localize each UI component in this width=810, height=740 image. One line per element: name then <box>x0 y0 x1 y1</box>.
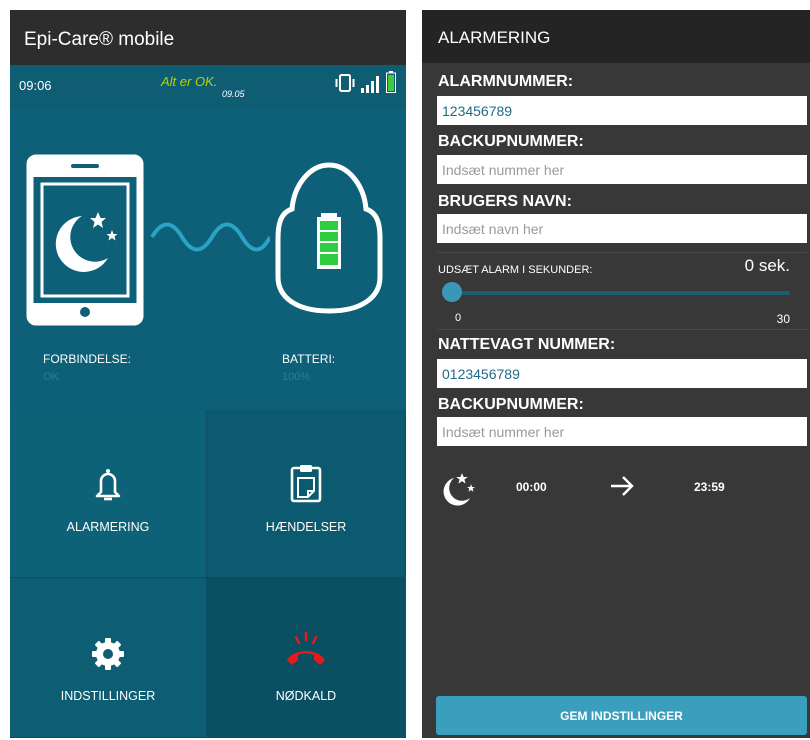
alarm-tile-button[interactable]: ALARMERING <box>10 410 207 578</box>
alarm-device-icon <box>275 162 383 314</box>
battery-icon <box>386 71 396 93</box>
app-bar: Epi-Care® mobile <box>10 10 406 65</box>
screen-title: ALARMERING <box>438 28 551 47</box>
settings-tile-label: INDSTILLINGER <box>60 689 156 703</box>
phone-moon-icon <box>26 154 144 326</box>
battery-label: BATTERI: <box>282 352 336 366</box>
night-number-label: NATTEVAGT NUMMER: <box>438 336 616 353</box>
connection-status-panel: FORBINDELSE: OK BATTERI: 100% <box>10 107 406 420</box>
alarm-settings-screen: ALARMERING ALARMNUMMER: BACKUPNUMMER: BR… <box>422 10 810 738</box>
night-schedule: 00:00 23:59 <box>438 468 798 508</box>
emergency-call-tile-label: NØDKALD <box>275 689 337 703</box>
alarm-number-input[interactable] <box>437 96 807 125</box>
phone-hangup-icon <box>287 631 325 665</box>
status-text: Alt er OK. <box>161 74 218 89</box>
home-screen: Epi-Care® mobile 09:06 Alt er OK. 09.05 <box>10 10 406 738</box>
wireless-wave-icon <box>150 222 270 252</box>
moon-stars-icon[interactable] <box>438 470 478 506</box>
status-icons <box>334 71 396 93</box>
night-start-time[interactable]: 00:00 <box>516 480 547 494</box>
settings-tile-button[interactable]: INDSTILLINGER <box>10 578 207 738</box>
main-menu-grid: ALARMERING HÆNDELSER INDSTILLINGER NØDKA… <box>10 410 406 738</box>
night-end-time[interactable]: 23:59 <box>694 480 725 494</box>
app-bar: ALARMERING <box>422 10 810 63</box>
clipboard-icon <box>290 465 322 503</box>
gear-icon <box>92 638 124 670</box>
vibrate-icon <box>335 74 355 92</box>
alarm-delay-value: 0 sek. <box>744 256 790 275</box>
alarm-tile-label: ALARMERING <box>66 520 150 534</box>
user-name-input[interactable] <box>437 214 807 243</box>
night-backup-number-input[interactable] <box>437 417 807 446</box>
alarm-delay-label: UDSÆT ALARM I SEKUNDER: <box>438 264 593 276</box>
status-bar: 09:06 Alt er OK. 09.05 <box>10 65 406 107</box>
arrow-right-icon <box>611 476 634 496</box>
user-name-label: BRUGERS NAVN: <box>438 193 572 210</box>
alarm-delay-slider[interactable] <box>452 291 790 295</box>
emergency-call-tile-button[interactable]: NØDKALD <box>207 578 406 738</box>
status-time: 09:06 <box>19 78 52 93</box>
signal-icon <box>361 76 379 93</box>
alarm-number-label: ALARMNUMMER: <box>438 73 574 90</box>
connection-label: FORBINDELSE: <box>43 352 132 366</box>
backup-number-label: BACKUPNUMMER: <box>438 133 584 150</box>
app-title: Epi-Care® mobile <box>24 29 175 50</box>
alarm-delay-min: 0 <box>455 312 462 324</box>
alarm-delay-slider-thumb[interactable] <box>442 282 462 302</box>
events-tile-label: HÆNDELSER <box>265 520 347 534</box>
status-check-time: 09.05 <box>222 89 245 99</box>
backup-number-input[interactable] <box>437 155 807 184</box>
night-backup-number-label: BACKUPNUMMER: <box>438 396 584 413</box>
alarm-delay-max: 30 <box>776 312 790 326</box>
battery-value: 100% <box>282 371 311 383</box>
save-settings-button[interactable]: GEM INDSTILLINGER <box>436 696 807 735</box>
bell-icon <box>95 469 121 501</box>
divider <box>437 329 807 330</box>
events-tile-button[interactable]: HÆNDELSER <box>207 410 406 578</box>
connection-value: OK <box>43 371 59 383</box>
night-number-input[interactable] <box>437 359 807 388</box>
divider <box>437 252 807 253</box>
